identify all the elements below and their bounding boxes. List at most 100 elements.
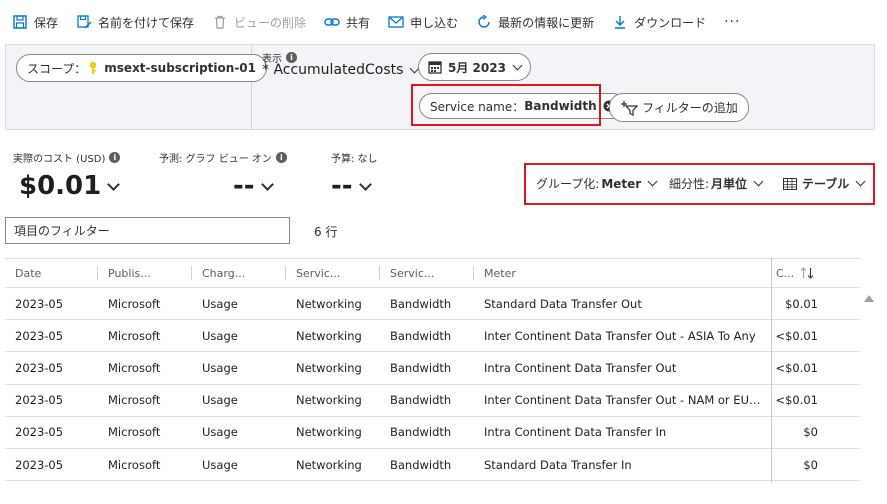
- actual-cost-label: 実際のコスト (USD): [13, 154, 106, 165]
- column-header-date[interactable]: Date: [5, 258, 98, 288]
- cell-service-family: Networking: [296, 360, 362, 375]
- cell-publisher: Microsoft: [108, 328, 161, 343]
- cell-meter: Inter Continent Data Transfer Out - ASIA…: [484, 328, 756, 343]
- forecast-value-row[interactable]: --: [233, 171, 287, 201]
- delete-view-button[interactable]: ビューの削除: [212, 14, 306, 31]
- table-row[interactable]: 2023-05 Microsoft Usage Networking Bandwidth…: [5, 352, 860, 385]
- delete-view-label: ビューの削除: [234, 15, 307, 30]
- column-header-service-family[interactable]: Servic...: [286, 258, 380, 288]
- cost-table: Date Publis... Charg... Servic... Servic…: [5, 258, 860, 482]
- cell-service-family: Networking: [296, 328, 362, 343]
- cell-service-family: Networking: [296, 393, 362, 408]
- cell-service-name: Bandwidth: [390, 457, 452, 472]
- table-row[interactable]: 2023-05 Microsoft Usage Networking Bandwidth…: [5, 417, 860, 449]
- chevron-down-icon: [512, 60, 523, 70]
- refresh-button[interactable]: 最新の情報に更新: [476, 14, 594, 31]
- cell-charge-type: Usage: [202, 296, 238, 311]
- cell-charge-type: Usage: [202, 360, 238, 375]
- refresh-label: 最新の情報に更新: [498, 15, 595, 30]
- table-row[interactable]: 2023-05 Microsoft Usage Networking Bandwidth…: [5, 385, 860, 417]
- download-icon: [612, 14, 628, 30]
- save-as-button[interactable]: 名前を付けて保存: [76, 14, 194, 31]
- actual-cost-label-row: 実際のコスト (USD) i: [13, 150, 121, 165]
- cell-charge-type: Usage: [202, 425, 238, 440]
- add-filter-label: フィルターの追加: [642, 101, 738, 115]
- cell-service-family: Networking: [296, 425, 362, 440]
- cell-date: 2023-05: [15, 360, 64, 375]
- link-icon: [324, 14, 340, 30]
- cell-publisher: Microsoft: [108, 360, 161, 375]
- actual-cost-kpi: 実際のコスト (USD) i $0.01: [13, 150, 121, 201]
- share-button[interactable]: 共有: [324, 14, 370, 31]
- cell-publisher: Microsoft: [108, 425, 161, 440]
- column-header-publisher[interactable]: Publis...: [98, 258, 192, 288]
- cell-meter: Intra Continent Data Transfer Out: [484, 360, 677, 375]
- command-bar: 保存 名前を付けて保存 ビューの削除 共有 申し込む 最新の情報に更新 ダウンロ…: [0, 0, 887, 44]
- highlight-grouping-controls: [524, 163, 875, 205]
- cell-date: 2023-05: [15, 328, 64, 343]
- trash-icon: [212, 14, 228, 30]
- cell-service-name: Bandwidth: [390, 296, 452, 311]
- column-header-meter[interactable]: Meter: [474, 258, 762, 288]
- download-button[interactable]: ダウンロード: [612, 14, 706, 31]
- info-icon[interactable]: i: [109, 152, 121, 163]
- chevron-down-icon: [107, 177, 121, 191]
- share-label: 共有: [346, 15, 371, 30]
- cell-date: 2023-05: [15, 457, 64, 472]
- actual-cost-value: $0.01: [19, 171, 102, 201]
- cell-date: 2023-05: [15, 296, 64, 311]
- save-as-label: 名前を付けて保存: [98, 15, 195, 30]
- cell-service-family: Networking: [296, 457, 362, 472]
- column-header-charge-type[interactable]: Charg...: [192, 258, 286, 288]
- chevron-down-icon: [358, 177, 372, 191]
- info-icon[interactable]: i: [275, 152, 287, 163]
- save-as-icon: [76, 14, 92, 30]
- budget-label: 予算: なし: [331, 154, 378, 165]
- table-row[interactable]: 2023-05 Microsoft Usage Networking Bandwidth…: [5, 320, 860, 353]
- date-range-pill[interactable]: 5月 2023: [418, 53, 531, 81]
- cell-date: 2023-05: [15, 425, 64, 440]
- chevron-down-icon: [260, 177, 274, 191]
- save-button[interactable]: 保存: [12, 14, 58, 31]
- scope-label: スコープ：: [27, 61, 87, 76]
- cell-meter: Standard Data Transfer In: [484, 457, 632, 472]
- save-label: 保存: [34, 15, 59, 30]
- cell-meter: Intra Continent Data Transfer In: [484, 425, 667, 440]
- add-filter-icon: [620, 100, 638, 116]
- date-range-value: 5月 2023: [448, 60, 506, 75]
- item-filter-input[interactable]: [5, 217, 290, 244]
- more-options-button[interactable]: ···: [724, 14, 740, 30]
- refresh-icon: [476, 14, 492, 30]
- table-row[interactable]: 2023-05 Microsoft Usage Networking Bandwidth…: [5, 288, 860, 321]
- save-icon: [12, 14, 28, 30]
- cell-meter: Standard Data Transfer Out: [484, 296, 642, 311]
- row-count: 6 行: [314, 225, 338, 239]
- forecast-label-row: 予測: グラフ ビュー オン i: [159, 150, 287, 165]
- actual-cost-value-row[interactable]: $0.01: [19, 171, 121, 201]
- view-selector[interactable]: * AccumulatedCosts: [262, 62, 420, 78]
- cell-charge-type: Usage: [202, 328, 238, 343]
- subscribe-button[interactable]: 申し込む: [388, 14, 458, 31]
- table-body: 2023-05 Microsoft Usage Networking Bandwidth…: [5, 288, 860, 482]
- cost-column-divider: [771, 258, 772, 483]
- calendar-icon: [428, 60, 442, 74]
- add-filter-button[interactable]: フィルターの追加: [609, 93, 749, 122]
- forecast-label: 予測: グラフ ビュー オン: [159, 154, 272, 165]
- budget-value-row[interactable]: --: [331, 171, 378, 201]
- table-header: Date Publis... Charg... Servic... Servic…: [5, 258, 860, 288]
- cell-publisher: Microsoft: [108, 393, 161, 408]
- scope-pill[interactable]: スコープ： msext-subscription-01: [16, 54, 267, 82]
- download-label: ダウンロード: [634, 15, 707, 30]
- subscribe-label: 申し込む: [410, 15, 459, 30]
- column-header-service-name[interactable]: Servic...: [380, 258, 474, 288]
- cell-publisher: Microsoft: [108, 457, 161, 472]
- forecast-kpi: 予測: グラフ ビュー オン i --: [159, 150, 287, 201]
- table-row[interactable]: 2023-05 Microsoft Usage Networking Bandwidth…: [5, 449, 860, 482]
- cell-charge-type: Usage: [202, 393, 238, 408]
- cell-service-name: Bandwidth: [390, 360, 452, 375]
- cell-meter: Inter Continent Data Transfer Out - NAM …: [484, 393, 762, 408]
- key-icon: [88, 61, 98, 75]
- cell-charge-type: Usage: [202, 457, 238, 472]
- sort-icon[interactable]: [800, 267, 814, 279]
- scroll-up-arrow-icon[interactable]: [864, 295, 874, 302]
